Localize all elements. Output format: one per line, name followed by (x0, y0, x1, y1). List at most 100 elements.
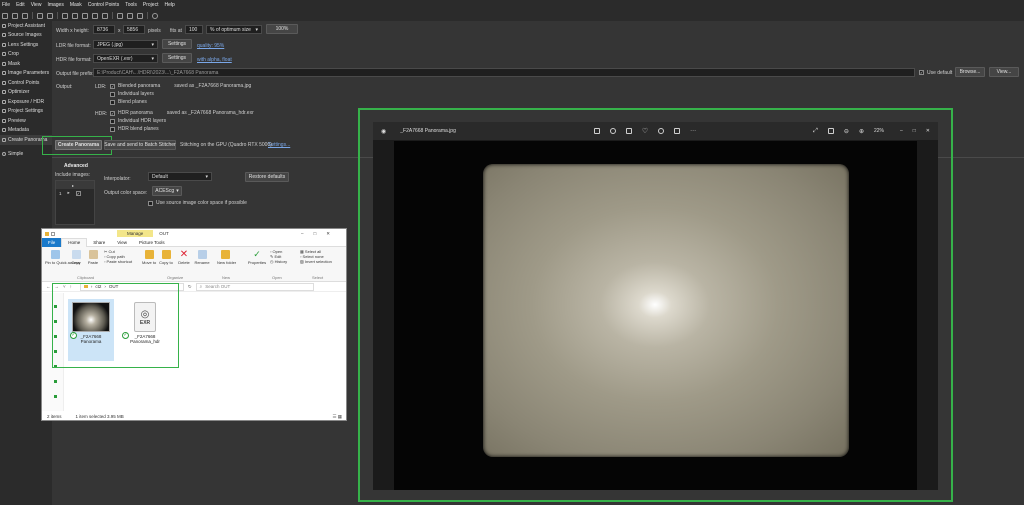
properties-button[interactable]: ✓ Properties (247, 250, 267, 266)
sidebar-item-image-parameters[interactable]: Image Parameters (0, 69, 52, 79)
rotate-icon[interactable] (609, 128, 616, 134)
menu-control-points[interactable]: Control Points (88, 2, 119, 8)
image-icon[interactable] (127, 12, 133, 19)
more-options-icon[interactable]: ··· (690, 128, 696, 134)
hdr-format-select[interactable]: OpenEXR (.exr) ▾ (93, 54, 158, 63)
tool-icon[interactable] (102, 12, 108, 19)
menu-edit[interactable]: Edit (16, 2, 25, 8)
tool-icon[interactable] (62, 12, 68, 19)
menu-help[interactable]: Help (164, 2, 174, 8)
close-icon[interactable]: ✕ (326, 231, 340, 236)
include-images-table[interactable]: ▸ 1 ▸ ✓ (55, 180, 95, 225)
browse-button[interactable]: Browse... (955, 67, 985, 77)
blended-panorama-option[interactable]: ✓ Blended panorama saved as _F2A7668 Panor… (110, 82, 360, 90)
create-panorama-button[interactable]: Create Panorama (55, 140, 102, 150)
copy-button[interactable]: Copy (69, 250, 83, 265)
info-icon[interactable] (658, 128, 665, 134)
zoom-out-icon[interactable]: ⊖ (844, 128, 849, 135)
close-icon[interactable]: ✕ (926, 128, 930, 134)
sidebar-item-source-images[interactable]: Source Images (0, 31, 52, 41)
color-space-dropdown[interactable]: ACEScg ▾ (152, 186, 182, 196)
sidebar-item-optimizer[interactable]: Optimizer (0, 88, 52, 98)
tool-icon[interactable] (82, 12, 88, 19)
new-folder-button[interactable]: New folder (217, 250, 236, 265)
rename-button[interactable]: Rename (194, 250, 210, 265)
paste-button[interactable]: Paste (86, 250, 100, 265)
share-icon[interactable] (674, 128, 681, 134)
move-to-button[interactable]: Move to (142, 250, 156, 265)
restore-defaults-button[interactable]: Restore defaults (245, 172, 289, 182)
copy-to-button[interactable]: Copy to (159, 250, 173, 265)
zoom-in-icon[interactable]: ⊕ (859, 128, 864, 135)
delete-icon[interactable] (625, 128, 632, 134)
width-input[interactable]: 8736 (93, 25, 115, 34)
redo-icon[interactable] (47, 12, 53, 19)
tool-icon[interactable] (72, 12, 78, 19)
history-button[interactable]: ◷ History (270, 259, 287, 264)
tab-file[interactable]: File (42, 237, 62, 247)
ldr-settings-button[interactable]: Settings (162, 39, 192, 49)
blend-planes-option[interactable]: Blend planes (110, 98, 360, 106)
image-icon[interactable] (137, 12, 143, 19)
individual-hdr-layers-option[interactable]: Individual HDR layers (110, 117, 360, 125)
sidebar-item-lens-settings[interactable]: Lens Settings (0, 40, 52, 50)
image-canvas[interactable] (394, 141, 917, 490)
tab-view[interactable]: View (111, 238, 133, 247)
tool-icon[interactable] (92, 12, 98, 19)
hdr-settings-button[interactable]: Settings (162, 53, 192, 63)
sidebar-item-preview[interactable]: Preview (0, 116, 52, 126)
output-prefix-input[interactable]: E:\Product\CAH\...\HDRI\2023\...\_F2A766… (93, 68, 915, 77)
ldr-format-select[interactable]: JPEG (.jpg) ▾ (93, 40, 158, 49)
invert-selection-button[interactable]: ▨ Invert selection (300, 259, 332, 264)
search-box[interactable]: ⌕ Search OUT (195, 282, 314, 291)
sidebar-item-mask[interactable]: Mask (0, 59, 52, 69)
save-icon[interactable] (22, 12, 28, 19)
size-percent-button[interactable]: 100% (266, 24, 298, 34)
save-send-batch-button[interactable]: Save and send to Batch Stitcher (104, 140, 176, 150)
delete-button[interactable]: ✕ Delete (177, 250, 191, 266)
undo-icon[interactable] (37, 12, 43, 19)
hdr-panorama-option[interactable]: ✓ HDR panorama saved as _F2A7668 Panorama_… (110, 109, 360, 117)
gpu-settings-link[interactable]: Settings... (268, 142, 290, 148)
sidebar-item-crop[interactable]: Crop (0, 50, 52, 60)
view-button[interactable]: View... (989, 67, 1019, 77)
ldr-quality-link[interactable]: quality: 95% (197, 43, 224, 49)
menu-images[interactable]: Images (47, 2, 63, 8)
paste-shortcut-button[interactable]: ▫ Paste shortcut (104, 259, 132, 264)
minimize-icon[interactable]: – (900, 128, 903, 134)
hdr-alpha-link[interactable]: with alpha, float (197, 57, 232, 63)
sidebar-item-control-points[interactable]: Control Points (0, 78, 52, 88)
hdr-blend-planes-option[interactable]: HDR blend planes (110, 125, 360, 133)
maximize-icon[interactable]: □ (913, 128, 916, 134)
menu-view[interactable]: View (31, 2, 42, 8)
sidebar-item-project-settings[interactable]: Project Settings (0, 107, 52, 117)
open-icon[interactable] (12, 12, 18, 19)
interpolator-select[interactable]: Default ▾ (148, 172, 212, 181)
maximize-icon[interactable]: □ (314, 231, 327, 236)
quick-save-icon[interactable] (51, 231, 55, 236)
edit-image-icon[interactable] (593, 128, 600, 134)
use-default-checkbox[interactable]: ✓ Use default (919, 70, 952, 76)
table-row[interactable]: 1 ▸ ✓ (56, 189, 94, 197)
refresh-icon[interactable]: ↻ (188, 284, 192, 290)
fit-screen-icon[interactable] (827, 128, 834, 134)
help-icon[interactable] (152, 12, 158, 19)
individual-layers-option[interactable]: Individual layers (110, 90, 360, 98)
menu-mask[interactable]: Mask (70, 2, 82, 8)
menu-file[interactable]: File (2, 2, 10, 8)
height-input[interactable]: 5856 (123, 25, 145, 34)
sidebar-item-project-assistant[interactable]: Project Assistant (0, 21, 52, 31)
image-icon[interactable] (117, 12, 123, 19)
sidebar-item-exposure-hdr[interactable]: Exposure / HDR (0, 97, 52, 107)
pin-quick-access-button[interactable]: Pin to Quick access (45, 250, 80, 265)
view-toggle-icons[interactable]: ☰ ▦ (332, 414, 342, 420)
new-icon[interactable] (2, 12, 8, 19)
menu-tools[interactable]: Tools (125, 2, 137, 8)
menu-project[interactable]: Project (143, 2, 159, 8)
size-mode-select[interactable]: % of optimum size ▾ (206, 25, 262, 34)
tab-picture-tools[interactable]: Picture Tools (133, 238, 171, 247)
fit-value-input[interactable]: 100 (185, 25, 203, 34)
manage-tab[interactable]: Manage (117, 230, 154, 237)
minimize-icon[interactable]: – (301, 231, 314, 236)
use-source-colorspace-option[interactable]: Use source image color space if possible (148, 199, 247, 207)
